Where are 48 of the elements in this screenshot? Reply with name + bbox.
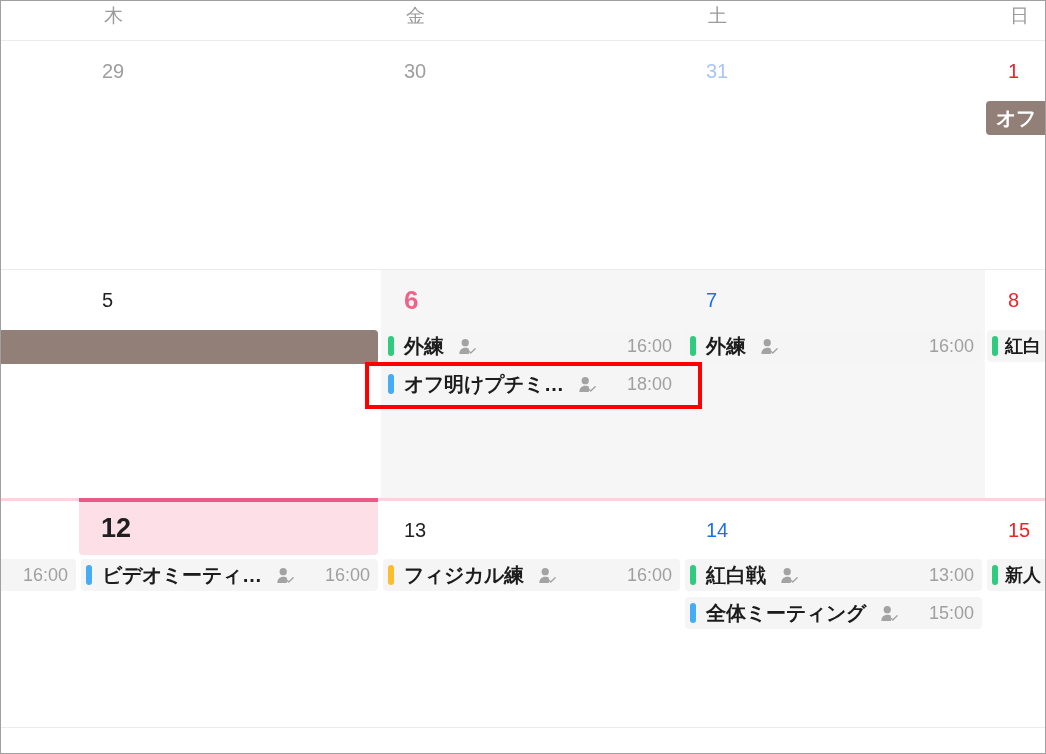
event-item[interactable]: ビデオミーティ… 16:00 [81,559,378,591]
date-number: 7 [706,290,718,310]
event-title: 新人 [1005,566,1041,584]
date-number: 13 [404,520,427,540]
date-number: 29 [102,61,125,81]
event-time: 16:00 [626,337,672,355]
event-title: 紅白 [1005,337,1041,355]
date-number: 5 [102,290,114,310]
event-time: 16:00 [626,566,672,584]
event-item[interactable]: 新人 [987,559,1045,591]
multi-day-event[interactable]: オフ [986,101,1045,135]
user-check-icon [459,338,476,354]
date-number: 12 [101,515,132,542]
date-number: 30 [404,61,427,81]
event-time: 18:00 [626,375,672,393]
event-title: 外練 [706,336,746,356]
date-number: 8 [1008,290,1020,310]
event-title: ビデオミーティ… [102,565,262,585]
event-title: 全体ミーティング [706,603,866,623]
event-item[interactable]: 紅白 [987,330,1045,362]
date-number: 15 [1008,520,1031,540]
event-time: 15:00 [928,604,974,622]
date-number: 1 [1008,61,1020,81]
event-time: 16:00 [928,337,974,355]
weekday-label: 日 [1010,5,1029,26]
user-check-icon [539,567,556,583]
date-number: 31 [706,61,729,81]
date-number: 6 [404,287,419,313]
event-item[interactable]: 紅白戦 13:00 [685,559,982,591]
event-time: 13:00 [928,566,974,584]
user-check-icon [761,338,778,354]
date-number: 14 [706,520,729,540]
event-title: フィジカル練 [404,565,524,585]
event-title: 紅白戦 [706,565,766,585]
event-time: 16:00 [22,566,68,584]
user-check-icon [881,605,898,621]
event-item[interactable]: 全体ミーティング 15:00 [685,597,982,629]
weekday-label: 金 [406,5,425,26]
user-check-icon [277,567,294,583]
event-title: 外練 [404,336,444,356]
user-check-icon [781,567,798,583]
multi-day-event[interactable] [1,330,378,364]
user-check-icon [579,376,596,392]
event-title: オフ明けプチミ… [404,374,564,394]
event-time: 16:00 [324,566,370,584]
event-item[interactable]: フィジカル練 16:00 [383,559,680,591]
weekday-label: 土 [708,5,727,26]
weekday-label: 木 [104,5,123,26]
